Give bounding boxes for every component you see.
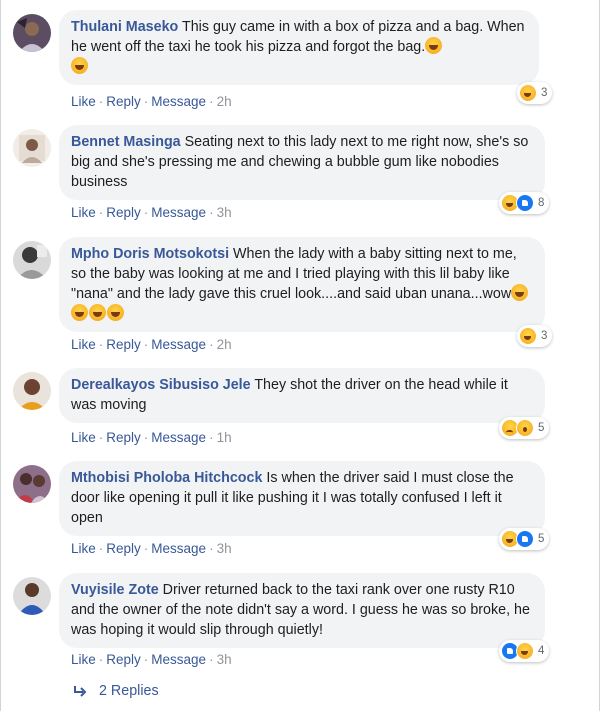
comment-bubble: Mthobisi Pholoba Hitchcock Is when the d… — [59, 461, 545, 536]
laughing-tears-emoji-icon — [511, 284, 529, 301]
message-link[interactable]: Message — [151, 430, 206, 445]
separator: · — [209, 652, 214, 667]
reaction-count: 3 — [541, 330, 548, 342]
haha-reaction-icon — [519, 327, 537, 345]
separator: · — [209, 337, 214, 352]
separator: · — [98, 430, 104, 445]
reaction-summary[interactable]: 5 — [499, 528, 550, 550]
avatar[interactable] — [13, 577, 51, 615]
separator: · — [209, 94, 214, 109]
reply-arrow-icon — [74, 686, 87, 697]
laughing-tears-emoji-icon — [71, 304, 88, 321]
like-link[interactable]: Like — [71, 94, 96, 109]
avatar[interactable] — [13, 372, 51, 410]
comment-bubble: Derealkayos Sibusiso Jele They shot the … — [59, 368, 545, 423]
separator: · — [98, 205, 104, 220]
reaction-count: 8 — [538, 197, 545, 209]
comment-bubble: Mpho Doris Motsokotsi When the lady with… — [59, 237, 545, 332]
comment-actions: Like · Reply · Message · 3h — [71, 652, 232, 667]
view-replies-link[interactable]: 2 Replies — [73, 683, 159, 699]
reply-link[interactable]: Reply — [106, 430, 141, 445]
separator: · — [98, 337, 104, 352]
comment-actions: Like · Reply · Message · 3h — [71, 205, 232, 220]
separator: · — [98, 94, 104, 109]
like-reaction-icon — [516, 530, 534, 548]
reaction-count: 5 — [538, 422, 545, 434]
haha-reaction-icon — [519, 84, 537, 102]
reply-link[interactable]: Reply — [106, 94, 141, 109]
comment-author[interactable]: Mpho Doris Motsokotsi — [71, 246, 229, 262]
comment-actions: Like · Reply · Message · 3h — [71, 541, 232, 556]
message-link[interactable]: Message — [151, 94, 206, 109]
comment-bubble: Thulani Maseko This guy came in with a b… — [59, 10, 539, 85]
message-link[interactable]: Message — [151, 652, 206, 667]
separator: · — [143, 652, 149, 667]
reaction-summary[interactable]: 8 — [499, 192, 550, 214]
reaction-summary[interactable]: 4 — [499, 640, 550, 662]
laughing-tears-emoji-icon — [425, 37, 443, 54]
avatar[interactable] — [13, 14, 51, 52]
reply-link[interactable]: Reply — [106, 652, 141, 667]
message-link[interactable]: Message — [151, 541, 206, 556]
laughing-tears-emoji-icon — [71, 57, 88, 74]
separator: · — [209, 205, 214, 220]
timestamp[interactable]: 3h — [217, 205, 232, 220]
comment-author[interactable]: Mthobisi Pholoba Hitchcock — [71, 470, 262, 486]
separator: · — [98, 541, 104, 556]
timestamp[interactable]: 2h — [217, 94, 232, 109]
comment-actions: Like · Reply · Message · 2h — [71, 94, 232, 109]
separator: · — [143, 430, 149, 445]
timestamp[interactable]: 1h — [217, 430, 232, 445]
separator: · — [98, 652, 104, 667]
reaction-summary[interactable]: 3 — [517, 82, 553, 104]
avatar[interactable] — [13, 129, 51, 167]
comment-thread: Thulani Maseko This guy came in with a b… — [0, 0, 600, 711]
reply-link[interactable]: Reply — [106, 205, 141, 220]
like-reaction-icon — [516, 194, 534, 212]
like-link[interactable]: Like — [71, 652, 96, 667]
comment-actions: Like · Reply · Message · 2h — [71, 337, 232, 352]
reply-link[interactable]: Reply — [106, 541, 141, 556]
comment-author[interactable]: Thulani Maseko — [71, 19, 178, 35]
reaction-count: 4 — [538, 645, 545, 657]
timestamp[interactable]: 2h — [217, 337, 232, 352]
timestamp[interactable]: 3h — [217, 541, 232, 556]
separator: · — [143, 94, 149, 109]
comment-actions: Like · Reply · Message · 1h — [71, 430, 232, 445]
laughing-tears-emoji-icon — [107, 304, 124, 321]
avatar[interactable] — [13, 241, 51, 279]
replies-count-label[interactable]: 2 Replies — [99, 683, 159, 699]
separator: · — [143, 205, 149, 220]
comment-bubble: Bennet Masinga Seating next to this lady… — [59, 125, 545, 200]
laughing-tears-emoji-icon — [89, 304, 106, 321]
separator: · — [209, 541, 214, 556]
comment-author[interactable]: Derealkayos Sibusiso Jele — [71, 377, 251, 393]
reply-link[interactable]: Reply — [106, 337, 141, 352]
like-link[interactable]: Like — [71, 541, 96, 556]
comment-author[interactable]: Bennet Masinga — [71, 134, 181, 150]
timestamp[interactable]: 3h — [217, 652, 232, 667]
message-link[interactable]: Message — [151, 337, 206, 352]
like-link[interactable]: Like — [71, 430, 96, 445]
separator: · — [143, 541, 149, 556]
like-link[interactable]: Like — [71, 337, 96, 352]
wow-reaction-icon — [516, 419, 534, 437]
reaction-count: 3 — [541, 87, 548, 99]
comment-bubble: Vuyisile Zote Driver returned back to th… — [59, 573, 545, 648]
separator: · — [209, 430, 214, 445]
reaction-summary[interactable]: 3 — [517, 325, 553, 347]
avatar[interactable] — [13, 465, 51, 503]
reaction-count: 5 — [538, 533, 545, 545]
separator: · — [143, 337, 149, 352]
like-link[interactable]: Like — [71, 205, 96, 220]
reaction-summary[interactable]: 5 — [499, 417, 550, 439]
comment-author[interactable]: Vuyisile Zote — [71, 582, 159, 598]
haha-reaction-icon — [516, 642, 534, 660]
message-link[interactable]: Message — [151, 205, 206, 220]
